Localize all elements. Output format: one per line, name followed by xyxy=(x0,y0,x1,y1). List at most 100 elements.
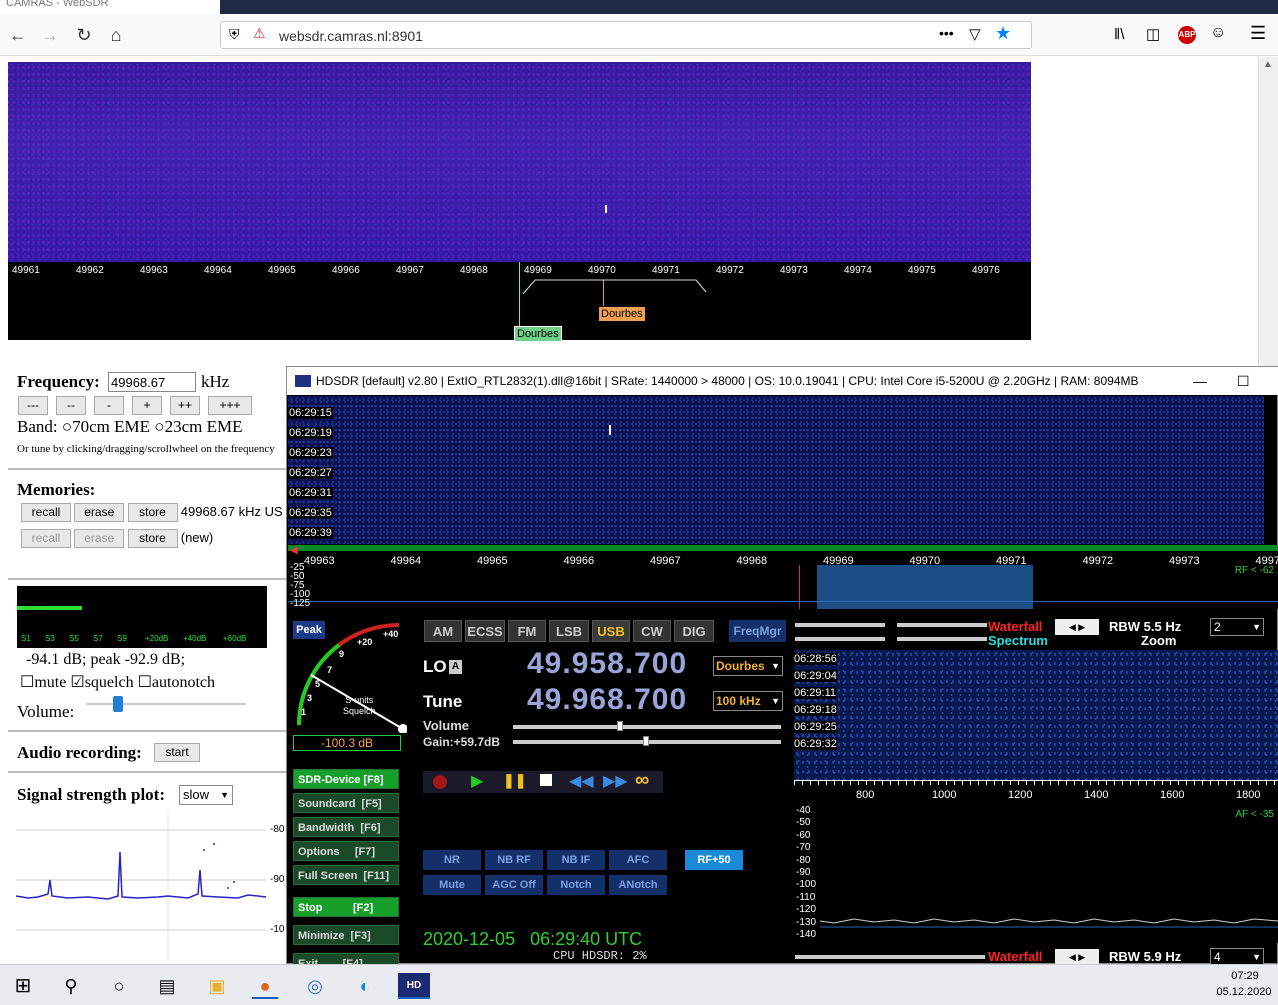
step-button[interactable]: +++ xyxy=(208,396,252,415)
mode-button-usb[interactable]: USB xyxy=(592,620,630,642)
fast-forward-icon[interactable]: ▶▶ xyxy=(603,771,628,791)
autonotch-checkbox[interactable]: ☐ xyxy=(138,674,152,691)
cortana-icon[interactable]: ○ xyxy=(106,973,132,999)
url-bar[interactable]: ⛨ ⚠ websdr.camras.nl:8901 ••• ▽ ★ xyxy=(220,21,1032,49)
maximize-icon[interactable]: ☐ xyxy=(1237,367,1250,395)
mode-button-am[interactable]: AM xyxy=(424,620,462,642)
app-icon[interactable]: ◎ xyxy=(302,973,328,999)
erase-button[interactable]: erase xyxy=(74,503,125,522)
recall-button[interactable]: recall xyxy=(21,529,71,548)
frequency-scale[interactable]: 49961 49962 49963 49964 49965 49966 49967 49968… xyxy=(8,262,1031,342)
firefox-icon[interactable]: ● xyxy=(252,973,278,999)
gain-thumb[interactable] xyxy=(643,736,649,746)
dsp-button-agc-off[interactable]: AGC Off xyxy=(485,875,543,895)
shield-icon[interactable]: ⛨ xyxy=(229,26,240,43)
side-button[interactable]: Minimize [F3] xyxy=(293,925,399,945)
slider[interactable] xyxy=(795,623,885,627)
squelch-checkbox[interactable]: ☑ xyxy=(70,674,84,691)
lo-select[interactable]: Dourbes ▼ xyxy=(713,656,783,676)
station-label[interactable]: Dourbes xyxy=(514,326,562,342)
menu-icon[interactable]: ☰ xyxy=(1250,23,1266,44)
side-button[interactable]: Full Screen [F11] xyxy=(293,865,399,885)
step-button[interactable]: - xyxy=(94,396,124,415)
scroll-arrows[interactable]: ◀ ▶ xyxy=(1055,949,1099,965)
erase-button[interactable]: erase xyxy=(74,529,125,548)
dsp-button-nr[interactable]: NR xyxy=(423,850,481,870)
scroll-up-icon[interactable]: ▲ xyxy=(1263,59,1273,70)
file-explorer-icon[interactable]: ▣ xyxy=(204,973,230,999)
side-button[interactable]: Soundcard [F5] xyxy=(293,793,399,813)
edge-icon[interactable]: ◐ xyxy=(352,973,378,999)
af-scale[interactable]: 800 1000 1200 1400 1600 1800 xyxy=(794,780,1278,807)
insecure-lock-icon[interactable]: ⚠ xyxy=(253,25,266,42)
pause-icon[interactable]: ❚❚ xyxy=(503,772,526,789)
lo-frequency[interactable]: 49.958.700 xyxy=(527,647,687,681)
volume-slider[interactable] xyxy=(513,725,781,729)
pocket-icon[interactable]: ▽ xyxy=(969,25,981,43)
passband-filter[interactable] xyxy=(817,565,1033,609)
browser-tab[interactable]: CAMRAS - WebSDR xyxy=(0,0,220,14)
af-spectrum[interactable]: -40 -50 -60 -70 -80 -90 -100 -110 -120 -130 -140 A… xyxy=(794,805,1278,943)
mode-button-lsb[interactable]: LSB xyxy=(549,620,589,642)
windows-start-icon[interactable]: ⊞ xyxy=(10,973,36,999)
band-radio-23cm[interactable]: ○ xyxy=(154,417,164,436)
step-button[interactable]: --- xyxy=(18,396,48,415)
mode-button-cw[interactable]: CW xyxy=(633,620,671,642)
task-view-icon[interactable]: ▤ xyxy=(154,973,180,999)
tuned-station-label[interactable]: Dourbes xyxy=(598,306,646,322)
step-button[interactable]: ++ xyxy=(170,396,200,415)
tune-frequency[interactable]: 49.968.700 xyxy=(527,683,687,717)
forward-icon[interactable]: → xyxy=(36,21,64,49)
search-icon[interactable]: ⚲ xyxy=(58,973,84,999)
dsp-button-nb-if[interactable]: NB IF xyxy=(547,850,605,870)
hdsdr-taskbar-icon[interactable]: HD xyxy=(398,973,430,999)
loop-icon[interactable]: ∞ xyxy=(635,769,649,792)
rf-frequency-scale[interactable]: ◀ 49963 49964 49965 49966 49967 49968 49969 499… xyxy=(288,545,1278,567)
rbw-select[interactable]: 2 ▼ xyxy=(1210,618,1264,636)
play-icon[interactable]: ▶ xyxy=(471,771,483,791)
scroll-arrows[interactable]: ◀ ▶ xyxy=(1055,619,1099,635)
volume-slider-thumb[interactable] xyxy=(113,696,123,712)
side-button[interactable]: Options [F7] xyxy=(293,841,399,861)
slider[interactable] xyxy=(795,955,985,959)
band-radio-70cm[interactable]: ○ xyxy=(62,417,72,436)
mute-checkbox[interactable]: ☐ xyxy=(20,674,34,691)
bookmark-star-icon[interactable]: ★ xyxy=(995,23,1011,44)
recall-button[interactable]: recall xyxy=(21,503,71,522)
dsp-button-anotch[interactable]: ANotch xyxy=(609,875,667,895)
dsp-button-notch[interactable]: Notch xyxy=(547,875,605,895)
home-icon[interactable]: ⌂ xyxy=(102,21,130,49)
mode-button-dig[interactable]: DIG xyxy=(674,620,714,642)
reload-icon[interactable]: ↻ xyxy=(70,21,98,49)
rf-spectrum[interactable]: -25 -50 -75 -100 -125 RF < -62 xyxy=(288,562,1278,609)
account-icon[interactable]: ☺ xyxy=(1210,24,1226,42)
page-actions-icon[interactable]: ••• xyxy=(939,25,954,41)
adblock-icon[interactable]: ABP xyxy=(1178,26,1196,44)
side-button[interactable]: Bandwidth [F6] xyxy=(293,817,399,837)
dsp-button-rf-50[interactable]: RF+50 xyxy=(685,850,743,870)
step-button[interactable]: + xyxy=(132,396,162,415)
store-button[interactable]: store xyxy=(127,503,178,522)
tune-step-select[interactable]: 100 kHz ▼ xyxy=(713,691,783,711)
slider[interactable] xyxy=(897,623,987,627)
mode-button-ecss[interactable]: ECSS xyxy=(465,620,505,642)
slider[interactable] xyxy=(897,637,987,641)
library-icon[interactable]: ‖\ xyxy=(1114,26,1124,43)
minimize-icon[interactable]: — xyxy=(1193,367,1207,395)
frequency-input[interactable] xyxy=(108,372,196,392)
side-button[interactable]: Stop [F2] xyxy=(293,897,399,917)
dsp-button-afc[interactable]: AFC xyxy=(609,850,667,870)
side-button[interactable]: SDR-Device [F8] xyxy=(293,769,399,789)
freqmgr-button[interactable]: FreqMgr xyxy=(729,620,786,642)
record-start-button[interactable]: start xyxy=(154,743,200,762)
dsp-button-nb-rf[interactable]: NB RF xyxy=(485,850,543,870)
store-button[interactable]: store xyxy=(127,529,178,548)
slider[interactable] xyxy=(795,637,885,641)
volume-thumb[interactable] xyxy=(617,721,623,731)
sidebar-icon[interactable]: ◫ xyxy=(1146,25,1160,43)
dsp-button-mute[interactable]: Mute xyxy=(423,875,481,895)
record-icon[interactable] xyxy=(433,775,447,789)
rewind-icon[interactable]: ◀◀ xyxy=(569,771,594,791)
back-icon[interactable]: ← xyxy=(4,21,32,49)
signal-speed-select[interactable]: slow ▼ xyxy=(179,785,233,805)
